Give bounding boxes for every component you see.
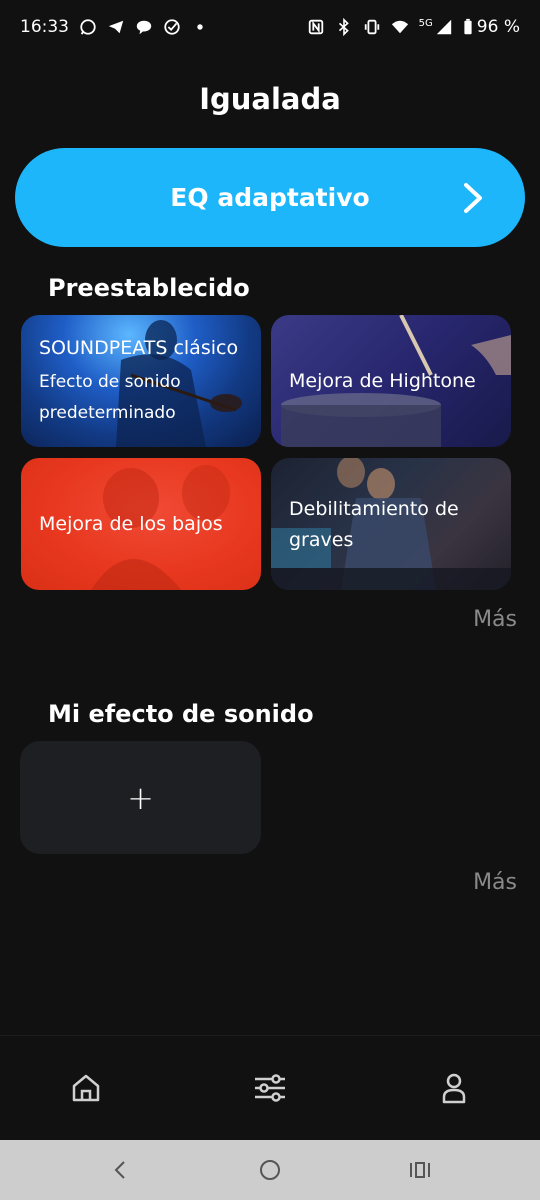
presets-title: Preestablecido <box>48 274 250 302</box>
eq-adaptive-label: EQ adaptativo <box>170 183 370 212</box>
preset-card-title: Debilitamiento de graves <box>289 498 459 551</box>
presets-more-link[interactable]: Más <box>473 607 517 632</box>
telegram-icon <box>107 18 125 36</box>
status-bar: 16:33 5G 96 % <box>0 0 540 54</box>
eq-adaptive-button[interactable]: EQ adaptativo <box>15 148 525 247</box>
nav-home-button[interactable] <box>258 1158 282 1182</box>
battery-percent: 96 % <box>476 17 520 37</box>
dot-icon <box>191 18 209 36</box>
signal-icon <box>435 18 453 36</box>
preset-card-classic[interactable]: SOUNDPEATS clásico Efecto de sonido pred… <box>21 315 261 447</box>
chevron-right-icon <box>464 183 482 213</box>
preset-card-title: Mejora de los bajos <box>39 513 223 535</box>
home-icon <box>72 1074 100 1102</box>
tab-profile[interactable] <box>436 1070 472 1106</box>
preset-card-subtitle: Efecto de sonido predeterminado <box>39 372 181 423</box>
nav-back-button[interactable] <box>108 1158 132 1182</box>
network-type: 5G <box>418 17 433 29</box>
wifi-icon <box>391 18 409 36</box>
chat-bubble-icon <box>135 18 153 36</box>
battery-icon <box>463 18 473 36</box>
back-icon <box>114 1161 125 1179</box>
preset-card-title: Mejora de Hightone <box>289 370 476 392</box>
status-time: 16:33 <box>20 17 69 37</box>
my-effects-more-link[interactable]: Más <box>473 870 517 895</box>
preset-card-title: SOUNDPEATS clásico <box>39 337 239 359</box>
my-effects-title: Mi efecto de sonido <box>48 700 314 728</box>
bluetooth-icon <box>335 18 353 36</box>
preset-card-bass-boost[interactable]: Mejora de los bajos <box>21 458 261 590</box>
preset-card-hightone[interactable]: Mejora de Hightone <box>271 315 511 447</box>
plus-icon: + <box>127 778 154 817</box>
page-title: Igualada <box>199 82 341 116</box>
recents-icon <box>410 1162 430 1178</box>
nfc-icon <box>307 18 325 36</box>
add-effect-button[interactable]: + <box>20 741 261 854</box>
home-circle-icon <box>260 1160 280 1180</box>
nav-recents-button[interactable] <box>408 1158 432 1182</box>
bottom-tab-bar <box>0 1035 540 1140</box>
vibrate-icon <box>363 18 381 36</box>
preset-card-bass-reduction[interactable]: Debilitamiento de graves <box>271 458 511 590</box>
tab-equalizer[interactable] <box>252 1070 288 1106</box>
tab-home[interactable] <box>68 1070 104 1106</box>
check-circle-icon <box>163 18 181 36</box>
profile-icon <box>442 1073 466 1104</box>
system-nav-bar <box>0 1140 540 1200</box>
whatsapp-icon <box>79 18 97 36</box>
equalizer-icon <box>255 1074 285 1102</box>
